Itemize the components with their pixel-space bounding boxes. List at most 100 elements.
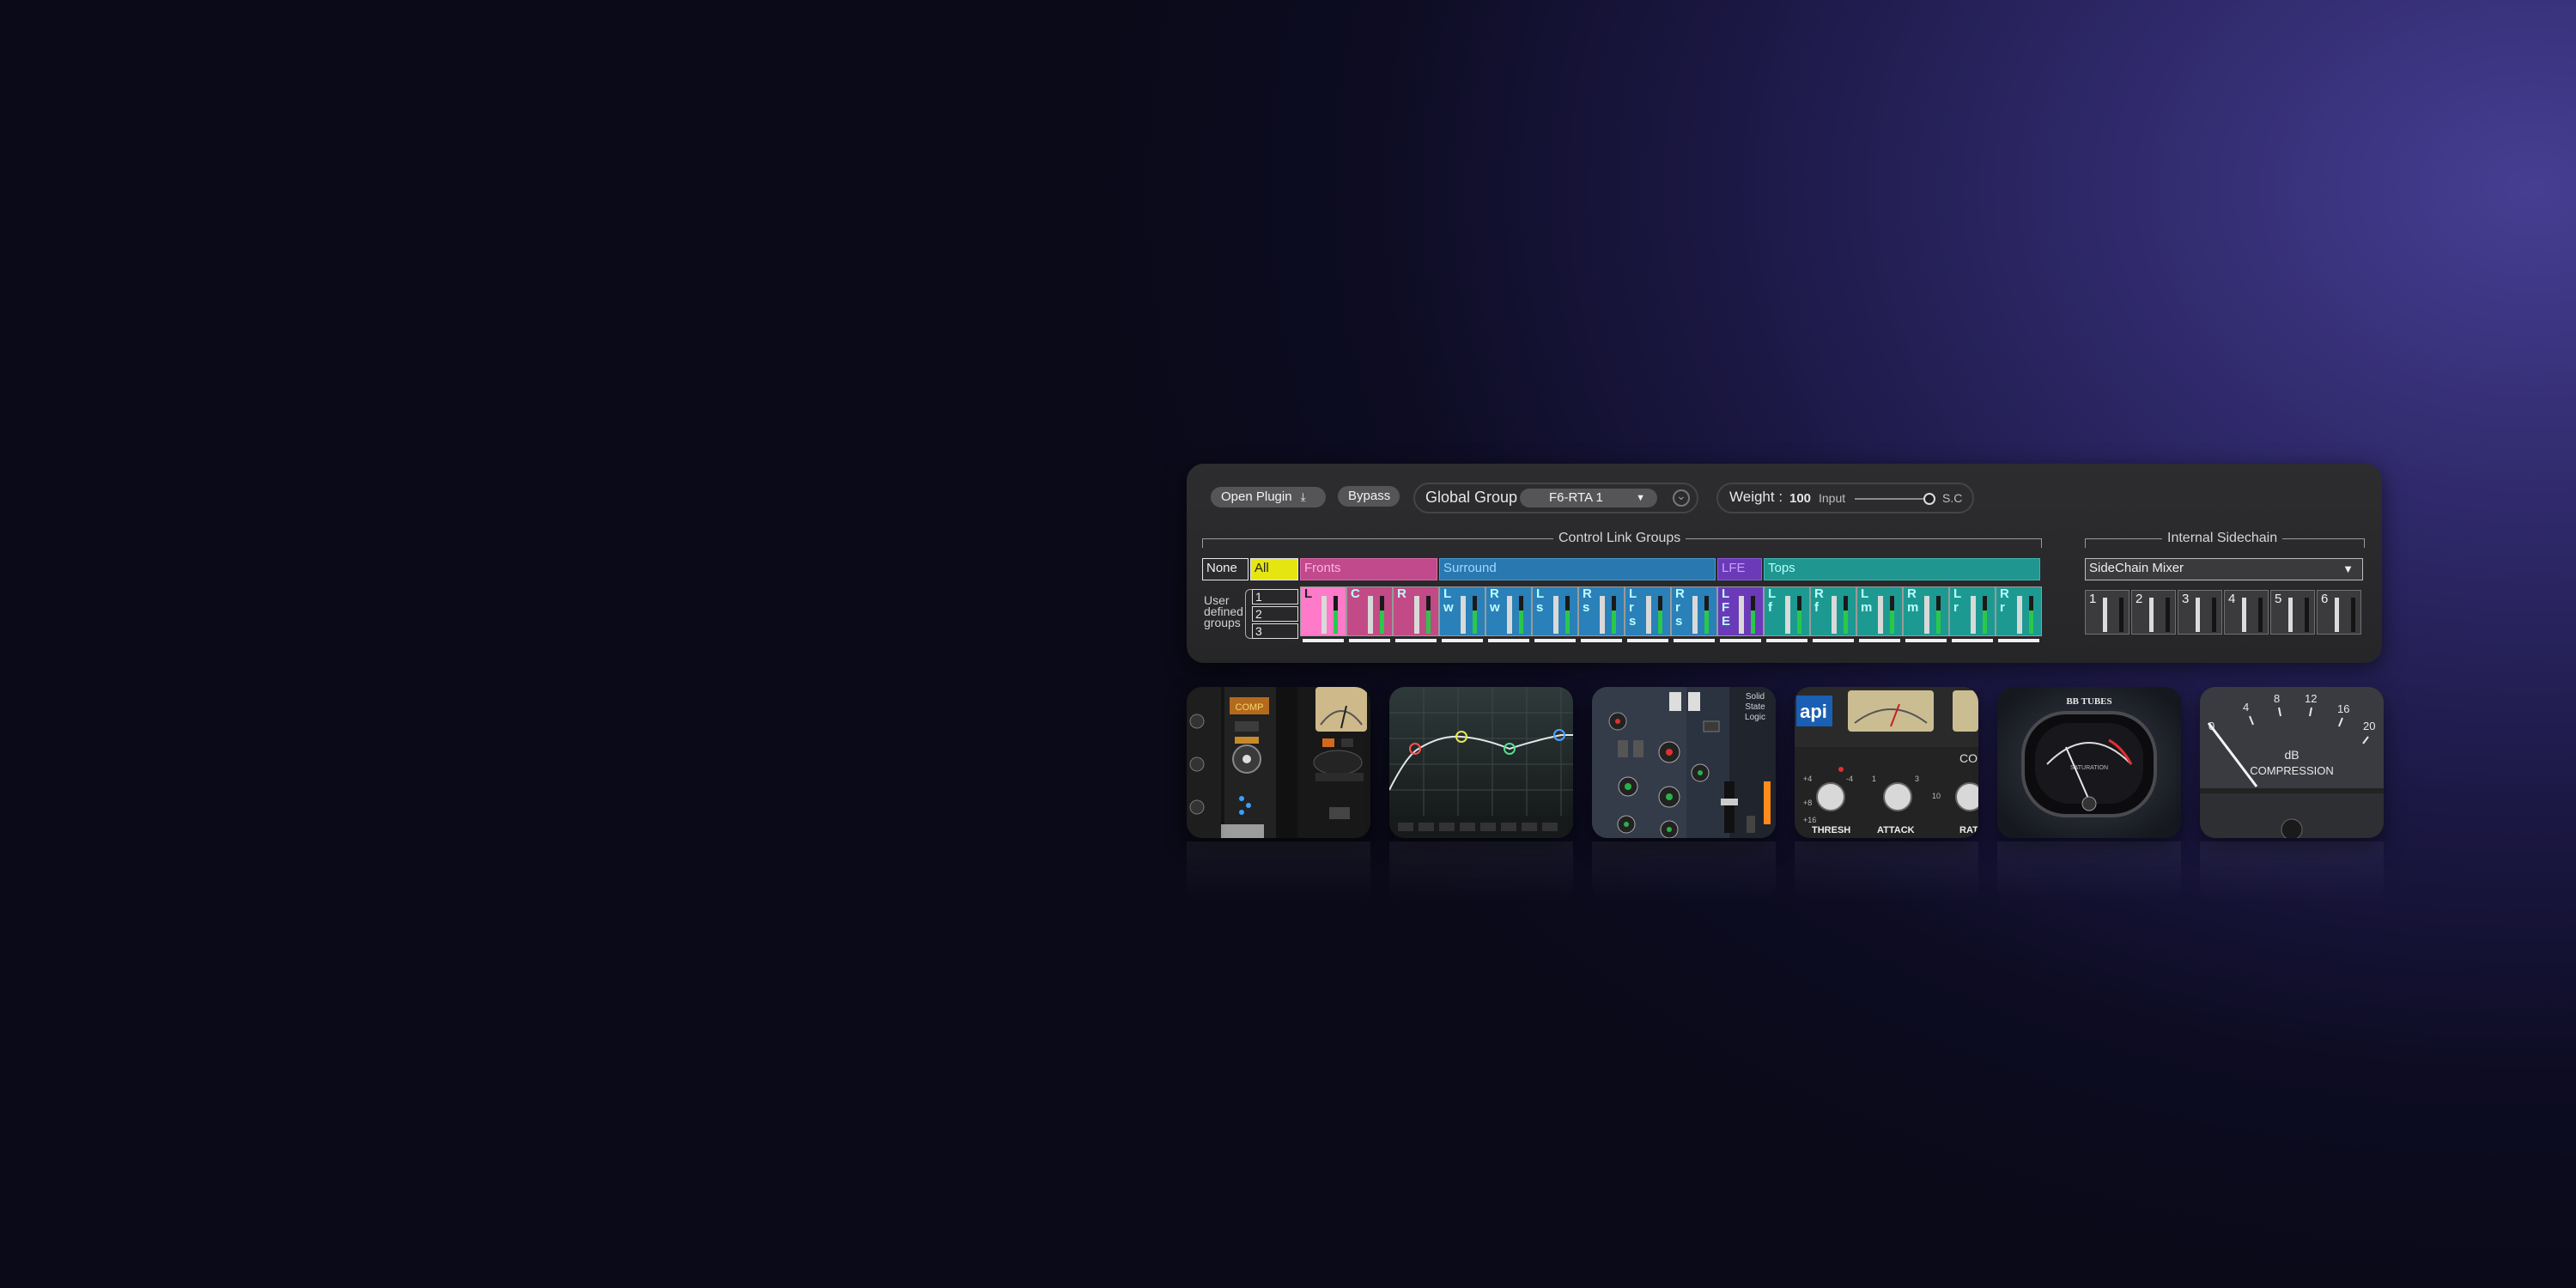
open-plugin-button[interactable]: Open Plugin ⤓ [1211,487,1326,507]
channel-fader[interactable] [1692,596,1698,634]
channel-fader[interactable] [1924,596,1929,634]
api-plugin-thumb[interactable]: api COMPRE +4 +8 +16 -4 1 3 10 THRESH ATTACK R… [1795,687,1978,838]
input-label: Input [1819,491,1846,505]
channel-fader[interactable] [1321,596,1327,634]
channel-fader[interactable] [1971,596,1976,634]
sidechain-fader[interactable] [2242,598,2246,632]
group-lfe-label: LFE [1722,561,1746,575]
sidechain-fader[interactable] [2103,598,2107,632]
sidechain-channel[interactable]: 4 [2224,590,2269,635]
channel-fader[interactable] [1832,596,1837,634]
meter-scale-8: 8 [2274,692,2280,705]
channel-strip[interactable]: Rr [1996,586,2042,642]
channel-meter [1519,596,1523,634]
channel-meter [1751,596,1755,634]
user-group-3[interactable]: 3 [1252,623,1298,639]
channel-underline [1627,639,1668,642]
weight-value[interactable]: 100 [1789,491,1811,506]
channel-strip[interactable]: Lf [1764,586,1810,642]
channel-strip[interactable]: Lw [1439,586,1485,642]
group-surround[interactable]: Surround [1439,558,1716,580]
svg-text:10: 10 [1932,792,1941,800]
channel-underline [1442,639,1483,642]
weight-slider-thumb[interactable] [1923,493,1935,505]
channel-fader[interactable] [1461,596,1466,634]
meter-scale-12: 12 [2305,692,2317,705]
channel-strip-plugin-thumb[interactable]: COMP [1187,687,1370,838]
user-group-1-label: 1 [1255,590,1262,604]
channel-strip[interactable]: Lr [1949,586,1996,642]
channel-strip[interactable]: Rrs [1671,586,1717,642]
sidechain-fader[interactable] [2335,598,2339,632]
sidechain-mixer-value: SideChain Mixer [2089,561,2184,575]
channel-label: Rm [1907,586,1919,615]
sidechain-channel[interactable]: 1 [2085,590,2129,635]
channel-meter [1565,596,1570,634]
sidechain-channel[interactable]: 3 [2178,590,2222,635]
channel-fader[interactable] [1785,596,1790,634]
sidechain-channel[interactable]: 5 [2270,590,2315,635]
group-fronts[interactable]: Fronts [1300,558,1437,580]
sidechain-fader[interactable] [2149,598,2154,632]
channel-fader[interactable] [1739,596,1744,634]
channel-meter [1473,596,1477,634]
channel-fader[interactable] [1368,596,1373,634]
compression-meter-plugin-thumb[interactable]: 0 4 8 12 16 20 dB COMPRESSION [2200,687,2384,838]
group-none[interactable]: None [1202,558,1249,580]
channel-label: Rs [1583,586,1592,615]
group-lfe[interactable]: LFE [1717,558,1762,580]
group-menu-button[interactable]: ⌄ [1673,489,1690,507]
channel-fader[interactable] [1553,596,1558,634]
bypass-button[interactable]: Bypass [1338,486,1400,507]
api-logo-text: api [1800,701,1827,722]
plugin-reflection [1187,841,1370,902]
api-attack-text: ATTACK [1877,825,1915,835]
eq-plugin-thumb[interactable] [1389,687,1573,838]
dropdown-arrow-icon: ▼ [2342,562,2354,575]
chevron-down-icon: ⌄ [1676,489,1686,502]
channel-meter [1380,596,1384,634]
channel-fader[interactable] [1600,596,1605,634]
channel-meter [2029,596,2033,634]
group-all[interactable]: All [1250,558,1298,580]
channel-fader[interactable] [1414,596,1419,634]
channel-label: C [1351,586,1360,601]
sidechain-channel[interactable]: 2 [2131,590,2176,635]
channel-strip[interactable]: C [1346,586,1393,642]
channel-strip[interactable]: R [1393,586,1439,642]
user-group-3-label: 3 [1255,624,1262,638]
sidechain-channel[interactable]: 6 [2317,590,2361,635]
sc-label: S.C [1942,491,1963,505]
channel-strip[interactable]: Rm [1903,586,1949,642]
global-group-label: Global Group [1425,489,1518,506]
ssl-text-3: Logic [1745,713,1765,722]
channel-strip[interactable]: Lrs [1625,586,1671,642]
group-tops-label: Tops [1768,561,1795,575]
channel-fader[interactable] [1507,596,1512,634]
channel-strip[interactable]: Rs [1578,586,1625,642]
channel-fader[interactable] [1878,596,1883,634]
channel-strip[interactable]: L [1300,586,1346,642]
channel-strip[interactable]: Lm [1856,586,1903,642]
bb-tubes-plugin-thumb[interactable]: BB TUBES SATURATION [1997,687,2181,838]
channel-strip[interactable]: LFE [1717,586,1764,642]
channel-strip[interactable]: Ls [1532,586,1578,642]
group-tops[interactable]: Tops [1764,558,2040,580]
user-group-1[interactable]: 1 [1252,589,1298,605]
user-group-2-label: 2 [1255,607,1262,621]
channel-label: Rrs [1675,586,1685,629]
ssl-plugin-thumb[interactable]: Solid State Logic [1592,687,1776,838]
weight-slider-track[interactable] [1855,498,1927,500]
channel-fader[interactable] [1646,596,1651,634]
sidechain-fader[interactable] [2196,598,2200,632]
global-group-select[interactable]: F6-RTA 1 ▼ [1520,489,1657,507]
sidechain-fader[interactable] [2288,598,2293,632]
channel-strip[interactable]: Rf [1810,586,1856,642]
user-group-2[interactable]: 2 [1252,606,1298,622]
api-ratio-text: RAT [1959,825,1978,835]
channel-underline [1952,639,1993,642]
channel-fader[interactable] [2017,596,2022,634]
channel-underline [1766,639,1807,642]
channel-strip[interactable]: Rw [1485,586,1532,642]
sidechain-mixer-select[interactable]: SideChain Mixer ▼ [2085,558,2363,580]
